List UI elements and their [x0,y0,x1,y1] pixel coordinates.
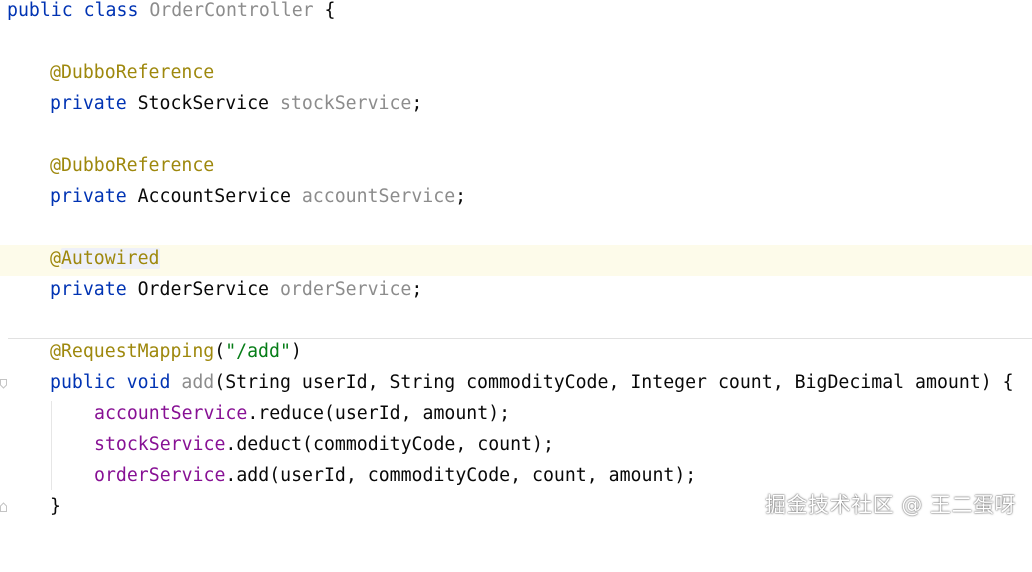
code-line-5[interactable]: private AccountService accountService; [0,184,1032,215]
keyword-void: void [126,372,182,393]
code-line-3[interactable]: private StockService stockService; [0,91,1032,122]
field-name: accountService [301,186,456,207]
type-name: OrderService [137,279,280,300]
annotation-dubbo-reference: @DubboReference [50,62,215,83]
code-line-4[interactable]: @DubboReference [0,153,1032,184]
field-reference: orderService [94,465,226,486]
code-line-9[interactable]: public void add(String userId, String co… [0,370,1032,401]
fold-end-marker-icon[interactable] [0,502,7,512]
method-params: (String userId, String commodityCode, In… [214,372,1014,393]
method-name: add [181,372,215,393]
type-name: StockService [137,93,280,114]
annotation-request-mapping: @RequestMapping [50,341,215,362]
annotation-at-sign: @ [50,248,61,269]
method-call: .deduct(commodityCode, count); [225,434,554,455]
field-reference: stockService [94,434,226,455]
field-name: stockService [279,93,412,114]
type-name: AccountService [137,186,302,207]
watermark-text: 掘金技术社区 @ 王二蛋呀 [765,493,1016,517]
code-line-11[interactable]: stockService.deduct(commodityCode, count… [0,432,1032,463]
code-editor[interactable]: public class OrderController { @DubboRef… [0,0,1032,536]
keyword-private: private [50,279,138,300]
code-line-7[interactable]: private OrderService orderService; [0,277,1032,308]
semicolon: ; [455,186,467,207]
field-reference: accountService [94,403,248,424]
semicolon: ; [411,93,423,114]
code-line-2[interactable]: @DubboReference [0,60,1032,91]
method-call: .add(userId, commodityCode, count, amoun… [225,465,697,486]
annotation-dubbo-reference: @DubboReference [50,155,215,176]
code-line-10[interactable]: accountService.reduce(userId, amount); [0,401,1032,432]
open-brace: { [313,0,336,21]
code-line-6-current[interactable]: @Autowired [0,245,1032,276]
fold-marker-icon[interactable] [0,379,7,389]
annotation-autowired: Autowired [60,248,160,269]
field-name: orderService [279,279,412,300]
close-paren: ) [290,341,302,362]
keyword-public: public [50,372,127,393]
keyword-private: private [50,93,138,114]
string-literal: "/add" [225,341,291,362]
method-call: .reduce(userId, amount); [247,403,511,424]
semicolon: ; [411,279,423,300]
keyword-private: private [50,186,138,207]
close-brace: } [50,496,61,517]
class-name: OrderController [149,0,314,21]
keyword-public-class: public class [7,0,150,21]
code-line-1[interactable]: public class OrderController { [0,0,1032,29]
code-line-8[interactable]: @RequestMapping("/add") [0,339,1032,370]
open-paren: ( [214,341,226,362]
